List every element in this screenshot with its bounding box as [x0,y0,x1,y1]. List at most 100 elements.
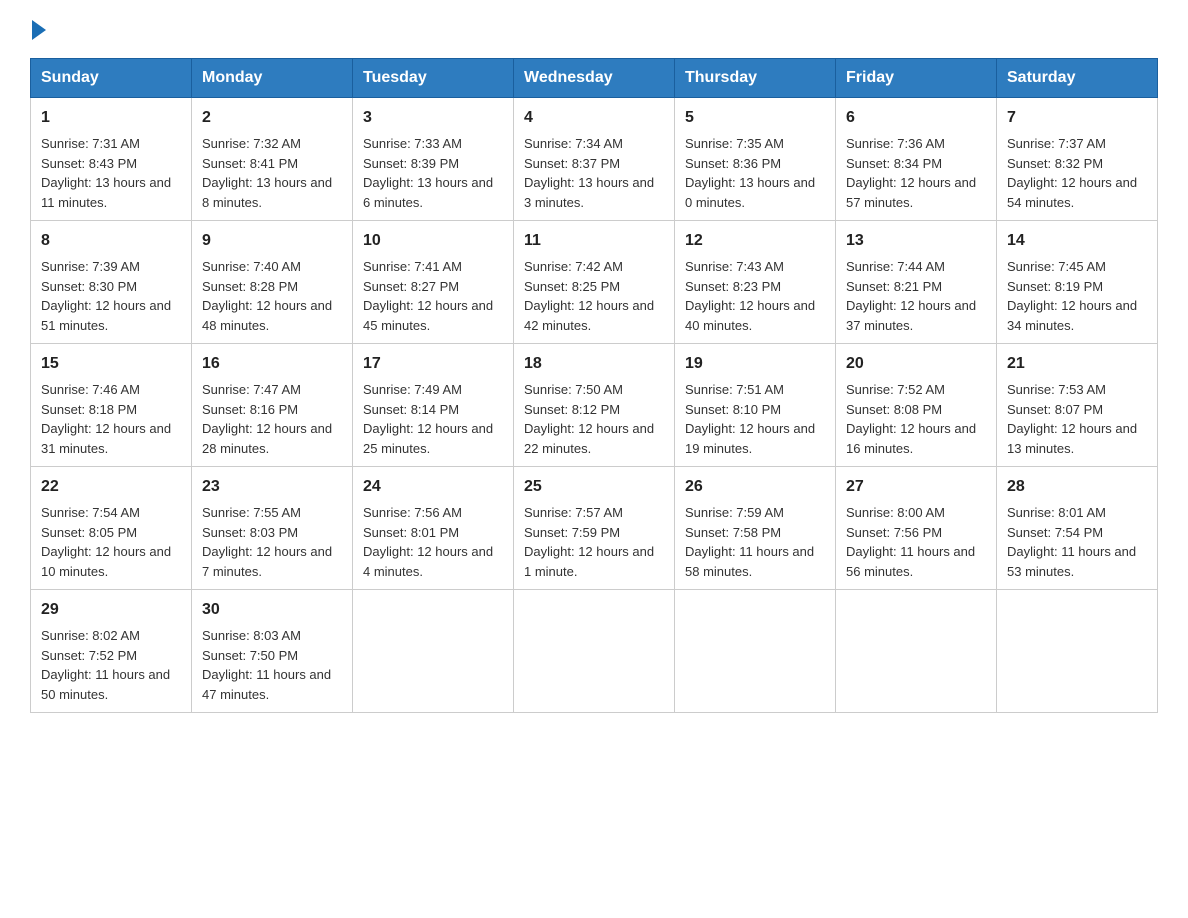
logo-arrow-icon [32,20,46,40]
calendar-cell [514,590,675,713]
calendar-cell: 28 Sunrise: 8:01 AMSunset: 7:54 PMDayligh… [997,467,1158,590]
calendar-cell: 11 Sunrise: 7:42 AMSunset: 8:25 PMDayligh… [514,221,675,344]
calendar-cell: 22 Sunrise: 7:54 AMSunset: 8:05 PMDayligh… [31,467,192,590]
day-info: Sunrise: 7:33 AMSunset: 8:39 PMDaylight:… [363,136,493,210]
calendar-cell: 6 Sunrise: 7:36 AMSunset: 8:34 PMDaylight… [836,98,997,221]
calendar-week-row: 29 Sunrise: 8:02 AMSunset: 7:52 PMDayligh… [31,590,1158,713]
calendar-cell: 20Sunrise: 7:52 AMSunset: 8:08 PMDayligh… [836,344,997,467]
day-number: 23 [202,475,342,499]
day-number: 17 [363,352,503,376]
day-info: Sunrise: 7:39 AMSunset: 8:30 PMDaylight:… [41,259,171,333]
day-info: Sunrise: 7:52 AMSunset: 8:08 PMDaylight:… [846,382,976,456]
day-info: Sunrise: 7:59 AMSunset: 7:58 PMDaylight:… [685,505,814,579]
day-info: Sunrise: 7:37 AMSunset: 8:32 PMDaylight:… [1007,136,1137,210]
calendar-cell: 18 Sunrise: 7:50 AMSunset: 8:12 PMDayligh… [514,344,675,467]
column-header-monday: Monday [192,59,353,98]
calendar-cell: 4 Sunrise: 7:34 AMSunset: 8:37 PMDaylight… [514,98,675,221]
day-number: 9 [202,229,342,253]
day-info: Sunrise: 8:00 AMSunset: 7:56 PMDaylight:… [846,505,975,579]
calendar-week-row: 22 Sunrise: 7:54 AMSunset: 8:05 PMDayligh… [31,467,1158,590]
day-number: 6 [846,106,986,130]
day-number: 21 [1007,352,1147,376]
calendar-cell: 17 Sunrise: 7:49 AMSunset: 8:14 PMDayligh… [353,344,514,467]
day-number: 22 [41,475,181,499]
calendar-cell: 25 Sunrise: 7:57 AMSunset: 7:59 PMDayligh… [514,467,675,590]
calendar-cell: 3 Sunrise: 7:33 AMSunset: 8:39 PMDaylight… [353,98,514,221]
day-info: Sunrise: 8:01 AMSunset: 7:54 PMDaylight:… [1007,505,1136,579]
calendar-cell: 29 Sunrise: 8:02 AMSunset: 7:52 PMDayligh… [31,590,192,713]
calendar-header-row: SundayMondayTuesdayWednesdayThursdayFrid… [31,59,1158,98]
day-info: Sunrise: 7:35 AMSunset: 8:36 PMDaylight:… [685,136,815,210]
calendar-week-row: 1 Sunrise: 7:31 AMSunset: 8:43 PMDaylight… [31,98,1158,221]
day-info: Sunrise: 7:45 AMSunset: 8:19 PMDaylight:… [1007,259,1137,333]
calendar-cell: 27Sunrise: 8:00 AMSunset: 7:56 PMDayligh… [836,467,997,590]
day-info: Sunrise: 7:42 AMSunset: 8:25 PMDaylight:… [524,259,654,333]
day-number: 24 [363,475,503,499]
day-info: Sunrise: 7:54 AMSunset: 8:05 PMDaylight:… [41,505,171,579]
day-info: Sunrise: 7:47 AMSunset: 8:16 PMDaylight:… [202,382,332,456]
day-info: Sunrise: 7:57 AMSunset: 7:59 PMDaylight:… [524,505,654,579]
day-number: 1 [41,106,181,130]
calendar-cell: 13Sunrise: 7:44 AMSunset: 8:21 PMDayligh… [836,221,997,344]
day-info: Sunrise: 7:34 AMSunset: 8:37 PMDaylight:… [524,136,654,210]
column-header-sunday: Sunday [31,59,192,98]
day-info: Sunrise: 7:40 AMSunset: 8:28 PMDaylight:… [202,259,332,333]
day-number: 15 [41,352,181,376]
column-header-tuesday: Tuesday [353,59,514,98]
day-number: 8 [41,229,181,253]
day-info: Sunrise: 7:53 AMSunset: 8:07 PMDaylight:… [1007,382,1137,456]
calendar-cell: 5Sunrise: 7:35 AMSunset: 8:36 PMDaylight… [675,98,836,221]
calendar-cell: 7 Sunrise: 7:37 AMSunset: 8:32 PMDaylight… [997,98,1158,221]
day-info: Sunrise: 8:02 AMSunset: 7:52 PMDaylight:… [41,628,170,702]
day-info: Sunrise: 7:36 AMSunset: 8:34 PMDaylight:… [846,136,976,210]
day-number: 12 [685,229,825,253]
calendar-week-row: 15 Sunrise: 7:46 AMSunset: 8:18 PMDayligh… [31,344,1158,467]
day-number: 10 [363,229,503,253]
day-number: 26 [685,475,825,499]
calendar-cell [675,590,836,713]
day-info: Sunrise: 7:43 AMSunset: 8:23 PMDaylight:… [685,259,815,333]
calendar-cell: 2 Sunrise: 7:32 AMSunset: 8:41 PMDaylight… [192,98,353,221]
page-header [30,20,1158,40]
calendar-cell [353,590,514,713]
calendar-cell: 1 Sunrise: 7:31 AMSunset: 8:43 PMDaylight… [31,98,192,221]
column-header-saturday: Saturday [997,59,1158,98]
calendar-cell: 30Sunrise: 8:03 AMSunset: 7:50 PMDayligh… [192,590,353,713]
day-number: 16 [202,352,342,376]
day-info: Sunrise: 7:50 AMSunset: 8:12 PMDaylight:… [524,382,654,456]
day-number: 4 [524,106,664,130]
calendar-cell: 16 Sunrise: 7:47 AMSunset: 8:16 PMDayligh… [192,344,353,467]
column-header-wednesday: Wednesday [514,59,675,98]
calendar-cell: 26 Sunrise: 7:59 AMSunset: 7:58 PMDayligh… [675,467,836,590]
day-number: 30 [202,598,342,622]
day-number: 25 [524,475,664,499]
column-header-friday: Friday [836,59,997,98]
day-number: 11 [524,229,664,253]
day-info: Sunrise: 7:46 AMSunset: 8:18 PMDaylight:… [41,382,171,456]
day-info: Sunrise: 7:32 AMSunset: 8:41 PMDaylight:… [202,136,332,210]
day-number: 7 [1007,106,1147,130]
day-info: Sunrise: 7:41 AMSunset: 8:27 PMDaylight:… [363,259,493,333]
calendar-cell: 24Sunrise: 7:56 AMSunset: 8:01 PMDayligh… [353,467,514,590]
day-number: 2 [202,106,342,130]
calendar-cell: 19Sunrise: 7:51 AMSunset: 8:10 PMDayligh… [675,344,836,467]
day-info: Sunrise: 7:44 AMSunset: 8:21 PMDaylight:… [846,259,976,333]
calendar-cell: 23 Sunrise: 7:55 AMSunset: 8:03 PMDayligh… [192,467,353,590]
day-number: 14 [1007,229,1147,253]
calendar-cell [836,590,997,713]
day-number: 29 [41,598,181,622]
calendar-cell: 9 Sunrise: 7:40 AMSunset: 8:28 PMDaylight… [192,221,353,344]
day-info: Sunrise: 7:31 AMSunset: 8:43 PMDaylight:… [41,136,171,210]
calendar-week-row: 8 Sunrise: 7:39 AMSunset: 8:30 PMDaylight… [31,221,1158,344]
day-info: Sunrise: 7:55 AMSunset: 8:03 PMDaylight:… [202,505,332,579]
calendar-cell: 12 Sunrise: 7:43 AMSunset: 8:23 PMDayligh… [675,221,836,344]
calendar-cell: 14 Sunrise: 7:45 AMSunset: 8:19 PMDayligh… [997,221,1158,344]
calendar-cell [997,590,1158,713]
day-number: 28 [1007,475,1147,499]
day-info: Sunrise: 7:49 AMSunset: 8:14 PMDaylight:… [363,382,493,456]
day-info: Sunrise: 7:51 AMSunset: 8:10 PMDaylight:… [685,382,815,456]
calendar-cell: 8 Sunrise: 7:39 AMSunset: 8:30 PMDaylight… [31,221,192,344]
day-number: 18 [524,352,664,376]
calendar-body: 1 Sunrise: 7:31 AMSunset: 8:43 PMDaylight… [31,98,1158,713]
day-number: 3 [363,106,503,130]
